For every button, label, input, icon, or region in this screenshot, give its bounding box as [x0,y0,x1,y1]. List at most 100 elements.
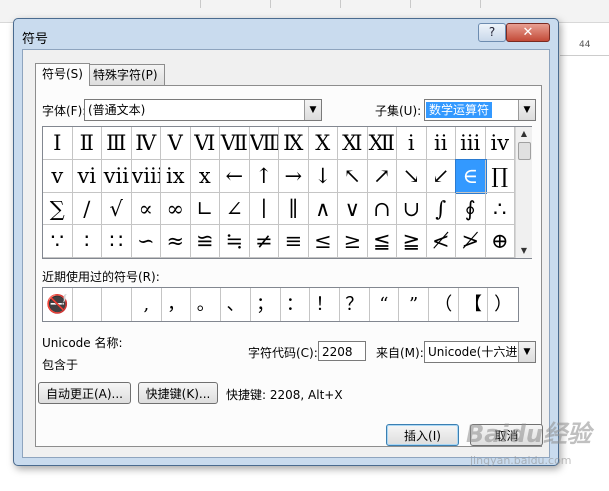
symbol-cell[interactable]: ↑ [249,159,279,193]
symbol-cell[interactable]: ∩ [367,192,397,226]
symbol-cell[interactable]: Ⅰ [43,127,73,160]
chevron-down-icon[interactable]: ▼ [518,100,535,120]
symbol-cell[interactable]: ⅸ [161,159,191,193]
recent-symbol-cell[interactable]: 。 [191,288,222,321]
symbol-cell[interactable]: ≌ [190,225,220,258]
recent-symbol-cell[interactable]: , [132,288,162,321]
symbol-cell[interactable]: Ⅲ [102,127,132,160]
from-select[interactable]: Unicode(十六进 ▼ [424,341,536,363]
symbol-cell[interactable]: ≧ [397,225,427,258]
symbol-cell[interactable]: √ [102,192,132,226]
symbol-cell[interactable]: ⅰ [397,127,427,160]
no-smoking-icon[interactable]: 🚭 [43,288,73,321]
recent-symbol-cell[interactable]: ？ [340,288,370,321]
symbol-cell[interactable]: ≯ [456,225,486,258]
symbol-cell[interactable]: Ⅸ [279,127,309,160]
symbol-cell[interactable]: ⅵ [72,159,102,193]
symbol-cell[interactable]: Ⅷ [249,127,279,160]
symbol-cell[interactable]: ∴ [485,192,515,226]
symbol-cell[interactable]: ⅶ [102,159,132,193]
symbol-cell[interactable]: ⅴ [43,159,73,193]
symbol-cell[interactable]: ∮ [456,192,486,226]
symbol-cell[interactable]: ≮ [426,225,456,258]
recent-symbol-cell[interactable]: ！ [310,288,340,321]
close-button[interactable]: ✕ [506,23,550,42]
symbol-cell[interactable]: ≒ [220,225,250,258]
symbol-cell[interactable]: Ⅻ [367,127,397,160]
symbol-cell[interactable]: ↓ [308,159,338,193]
symbol-cell[interactable]: ≠ [249,225,279,258]
tab-symbols[interactable]: 符号(S) [35,63,90,86]
insert-button[interactable]: 插入(I) [386,424,459,446]
recent-symbol-cell[interactable]: ； [251,288,281,321]
recent-symbol-cell[interactable]: （ [429,288,459,321]
scroll-down-icon[interactable]: ▼ [516,244,532,258]
symbol-cell[interactable]: Ⅺ [338,127,368,160]
symbol-cell[interactable]: Ⅱ [72,127,102,160]
symbol-cell[interactable]: ∧ [308,192,338,226]
symbol-cell[interactable]: ∞ [161,192,191,226]
symbol-cell[interactable]: ∠ [220,192,250,226]
chevron-down-icon[interactable]: ▼ [304,100,321,120]
subset-select[interactable]: 数学运算符 ▼ [424,99,536,121]
recent-symbol-cell[interactable]: ” [399,288,429,321]
symbol-cell[interactable]: ∏ [485,159,515,193]
symbol-cell[interactable]: Ⅳ [131,127,161,160]
symbol-cell[interactable]: ∝ [131,192,161,226]
chevron-down-icon[interactable]: ▼ [518,342,535,362]
symbol-cell[interactable]: ↖ [338,159,368,193]
recent-symbol-cell[interactable]: “ [370,288,400,321]
symbol-cell[interactable]: ∥ [279,192,309,226]
symbol-cell[interactable]: Ⅵ [190,127,220,160]
symbol-cell[interactable]: ⅲ [456,127,486,160]
symbol-cell[interactable]: ∨ [338,192,368,226]
recent-symbol-cell[interactable]: 、 [221,288,251,321]
symbol-cell[interactable]: ⅱ [426,127,456,160]
autocorrect-button[interactable]: 自动更正(A)... [38,382,131,404]
symbol-cell[interactable]: ⅷ [131,159,161,193]
symbol-cell[interactable]: ∈ [455,158,487,194]
symbol-cell[interactable]: ⊕ [485,225,515,258]
recent-symbol-cell[interactable]: 【 [459,288,489,321]
symbol-cell[interactable]: ∶ [72,225,102,258]
symbol-cell[interactable]: → [279,159,309,193]
symbol-grid-scrollbar[interactable]: ▲ ▼ [515,127,532,258]
scroll-thumb[interactable] [518,142,531,160]
symbol-cell[interactable]: ↙ [426,159,456,193]
char-code-label: 字符代码(C): [248,346,318,360]
symbol-cell[interactable]: Ⅴ [161,127,191,160]
font-select[interactable]: (普通文本) ▼ [84,99,322,121]
help-button[interactable]: ? [478,23,506,42]
symbol-cell[interactable]: ≥ [338,225,368,258]
symbol-cell[interactable]: Ⅹ [308,127,338,160]
symbol-cell[interactable]: ∷ [102,225,132,258]
recent-symbol-cell[interactable]: ， [162,288,192,321]
symbol-cell[interactable]: ∫ [426,192,456,226]
symbol-cell[interactable]: Ⅶ [220,127,250,160]
symbol-cell[interactable]: ∪ [397,192,427,226]
symbol-cell[interactable]: ← [220,159,250,193]
recent-symbol-cell[interactable]: ） [488,288,518,321]
recent-symbol-cell[interactable] [102,288,133,321]
symbol-cell[interactable]: ∟ [190,192,220,226]
char-code-input[interactable]: 2208 [318,341,366,361]
symbol-cell[interactable]: ∵ [43,225,73,258]
symbol-cell[interactable]: ↗ [367,159,397,193]
recent-symbol-cell[interactable] [73,288,103,321]
shortcut-key-button[interactable]: 快捷键(K)... [138,382,218,404]
symbol-cell[interactable]: ∽ [131,225,161,258]
symbol-cell[interactable]: ≦ [367,225,397,258]
symbol-cell[interactable]: ∕ [72,192,102,226]
symbol-cell[interactable]: ∑ [43,192,73,226]
symbol-cell[interactable]: ≈ [161,225,191,258]
scroll-up-icon[interactable]: ▲ [516,127,532,141]
recent-symbol-cell[interactable]: ： [281,288,311,321]
symbol-cell[interactable]: ⅹ [190,159,220,193]
symbol-cell[interactable]: ⅳ [485,127,515,160]
title-bar[interactable]: 符号 ? ✕ [14,19,558,49]
tab-special-characters[interactable]: 特殊字符(P) [86,64,165,85]
symbol-cell[interactable]: ↘ [397,159,427,193]
symbol-cell[interactable]: ≡ [279,225,309,258]
symbol-cell[interactable]: ≤ [308,225,338,258]
symbol-cell[interactable]: ∣ [249,192,279,226]
